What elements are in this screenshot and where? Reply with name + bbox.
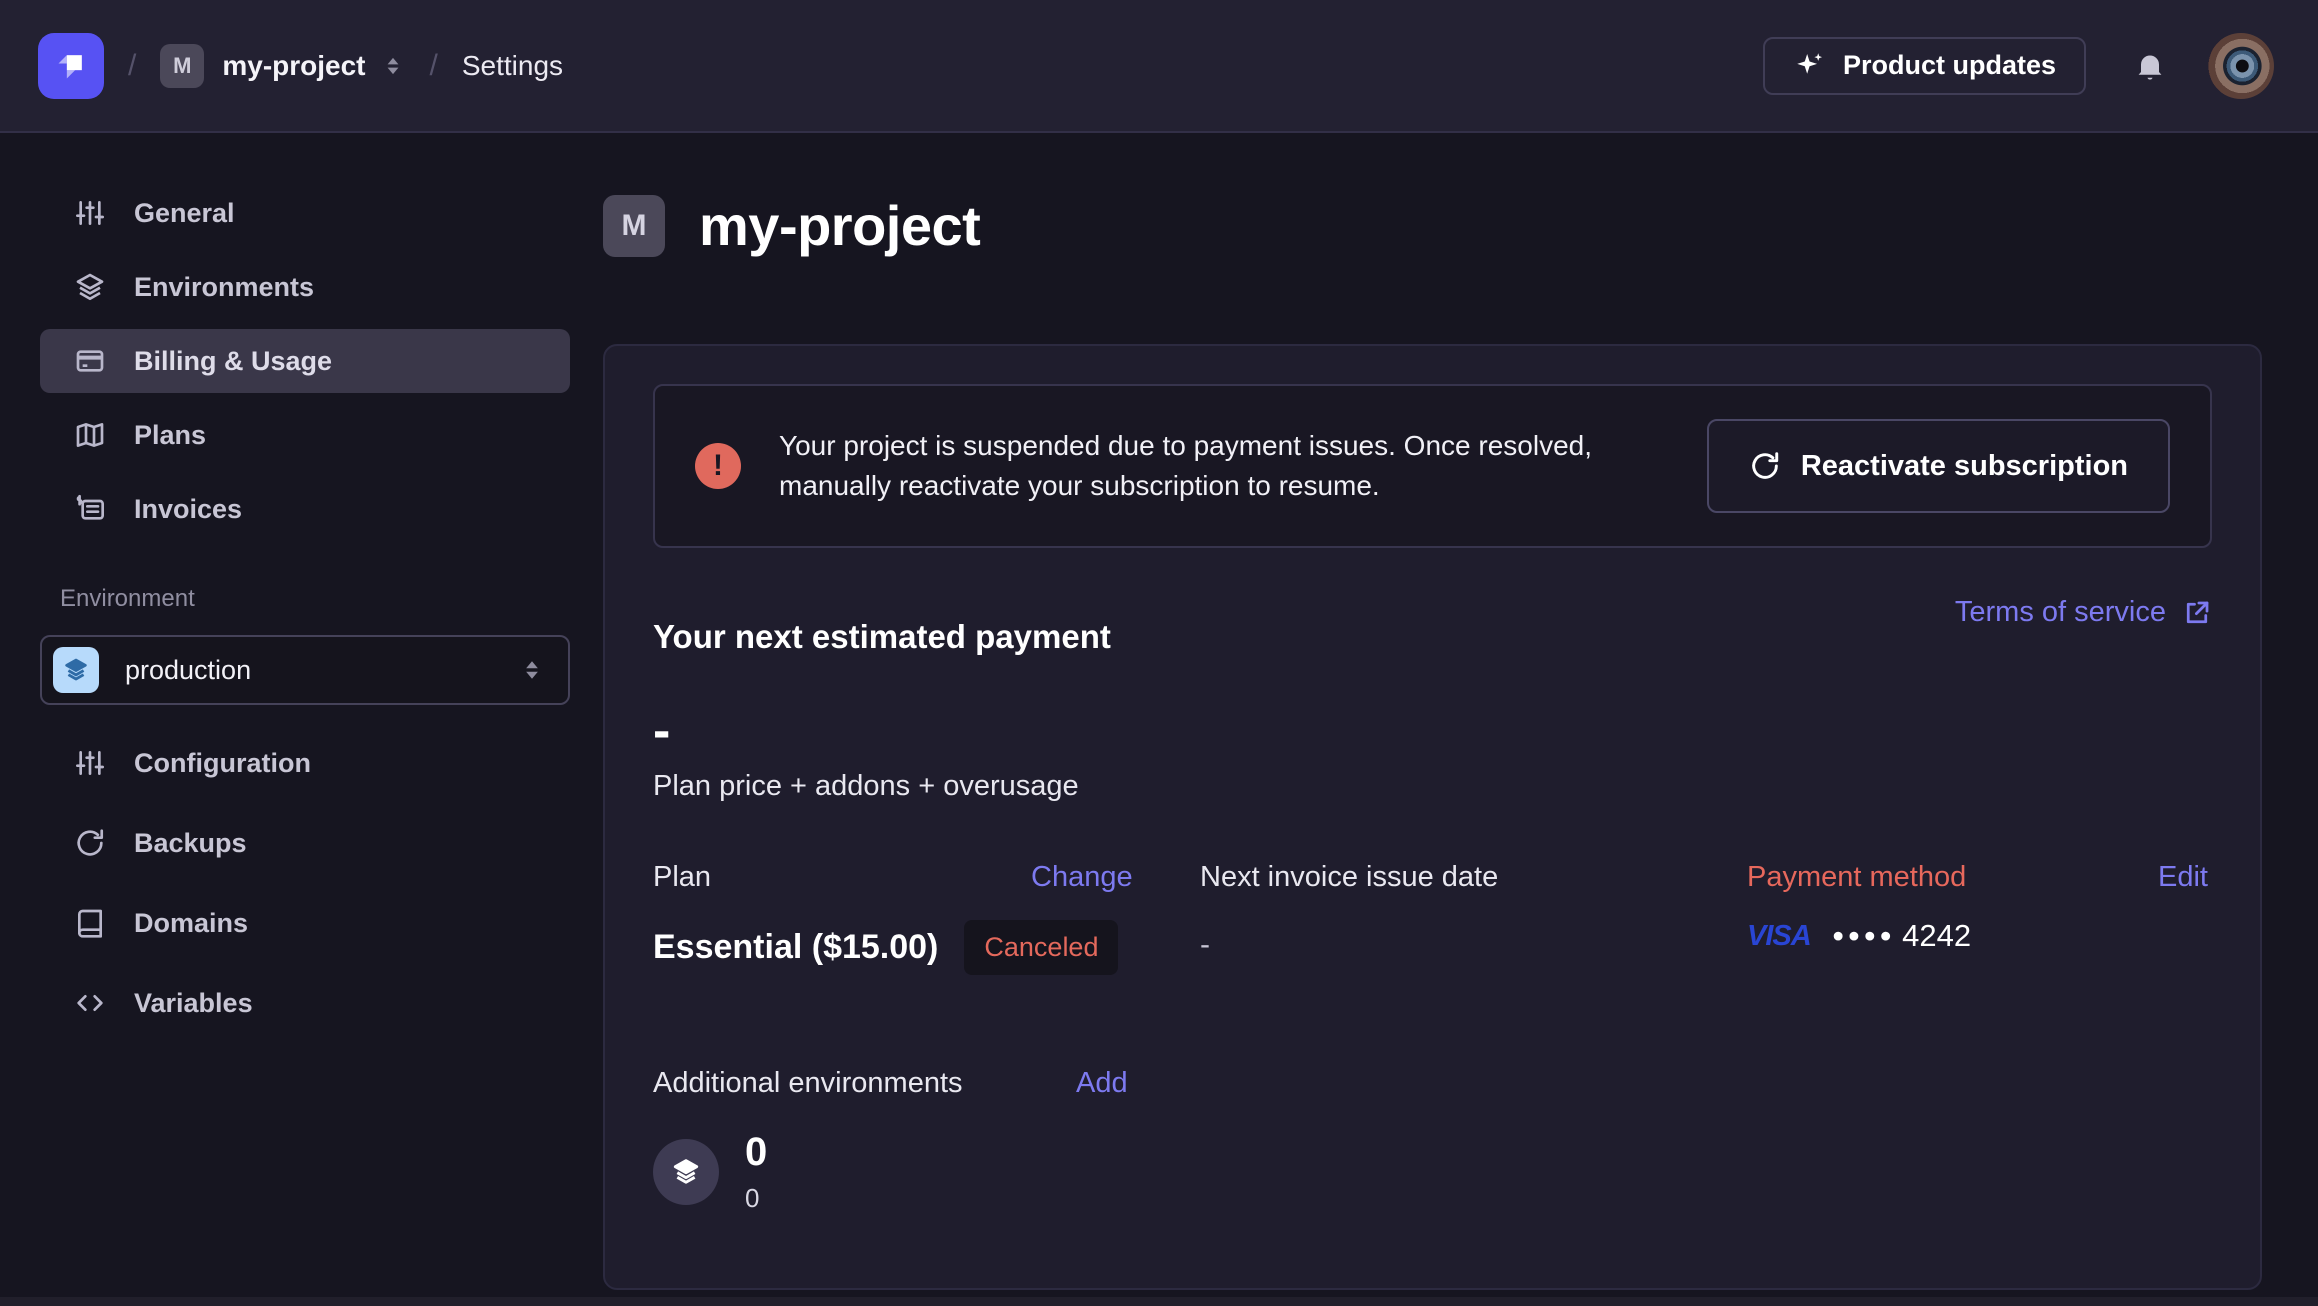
- environments-subcount: 0: [745, 1183, 767, 1214]
- environments-count: 0: [745, 1130, 767, 1175]
- breadcrumb-section: Settings: [462, 50, 563, 82]
- sidebar-item-label: Backups: [134, 828, 247, 859]
- plan-label: Plan: [653, 861, 1031, 894]
- add-environment-link[interactable]: Add: [1076, 1067, 1128, 1100]
- project-avatar: M: [603, 195, 665, 257]
- environments-counts: 0 0: [745, 1130, 767, 1214]
- sidebar-item-plans[interactable]: Plans: [40, 403, 570, 467]
- plan-value: Essential ($15.00): [653, 928, 938, 967]
- credit-card-icon: [74, 345, 106, 377]
- page-body: General Environments Billing & Usage: [0, 133, 2318, 1304]
- payment-section-head: Your next estimated payment Terms of ser…: [653, 596, 2212, 656]
- payment-method-column: Payment method Edit VISA •••• 4242: [1747, 861, 2212, 975]
- additional-environments-head: Additional environments Add: [653, 1067, 2212, 1100]
- main-content: M my-project ! Your project is suspended…: [603, 133, 2318, 1304]
- billing-info-grid: Plan Change Essential ($15.00) Canceled …: [653, 861, 2212, 975]
- strapi-logo-icon: [51, 46, 91, 86]
- sidebar-item-invoices[interactable]: Invoices: [40, 477, 570, 541]
- product-updates-label: Product updates: [1843, 50, 2056, 81]
- estimated-amount-placeholder: -: [653, 718, 2212, 744]
- sidebar-item-general[interactable]: General: [40, 181, 570, 245]
- suspension-message-line1: Your project is suspended due to payment…: [779, 426, 1592, 466]
- sliders-icon: [74, 747, 106, 779]
- canceled-status-badge: Canceled: [964, 920, 1118, 975]
- environment-layers-icon: [53, 647, 99, 693]
- project-initial-chip: M: [160, 44, 204, 88]
- change-plan-link[interactable]: Change: [1031, 861, 1133, 894]
- payment-formula-subtitle: Plan price + addons + overusage: [653, 770, 2212, 803]
- topbar: / M my-project / Settings Product update…: [0, 0, 2318, 133]
- refresh-icon: [1749, 450, 1781, 482]
- visa-logo: VISA: [1747, 920, 1811, 953]
- suspension-message-line2: manually reactivate your subscription to…: [779, 466, 1592, 506]
- terms-of-service-link[interactable]: Terms of service: [1955, 596, 2212, 629]
- sidebar-item-label: Invoices: [134, 494, 242, 525]
- payment-method-label: Payment method: [1747, 861, 1966, 894]
- sidebar-item-variables[interactable]: Variables: [40, 971, 570, 1035]
- layers-icon: [74, 271, 106, 303]
- invoice-icon: [74, 493, 106, 525]
- breadcrumb-separator: /: [128, 49, 136, 83]
- settings-sidebar: General Environments Billing & Usage: [0, 133, 603, 1304]
- additional-environments-label: Additional environments: [653, 1067, 1076, 1100]
- reactivate-label: Reactivate subscription: [1801, 450, 2128, 483]
- breadcrumb-project-name[interactable]: my-project: [222, 50, 365, 82]
- bottom-strip: [0, 1297, 2318, 1306]
- sidebar-item-label: Configuration: [134, 748, 311, 779]
- project-switcher-chevron-icon[interactable]: [380, 53, 406, 79]
- invoice-column: Next invoice issue date -: [1200, 861, 1747, 975]
- terms-label: Terms of service: [1955, 596, 2166, 629]
- payment-method-value: VISA •••• 4242: [1747, 918, 2212, 954]
- refresh-icon: [74, 827, 106, 859]
- suspension-banner: ! Your project is suspended due to payme…: [653, 384, 2212, 548]
- sidebar-item-label: Plans: [134, 420, 206, 451]
- sidebar-item-label: Billing & Usage: [134, 346, 332, 377]
- card-number-dots: ••••: [1833, 918, 1896, 954]
- notifications-bell-icon[interactable]: [2132, 48, 2168, 84]
- billing-card: ! Your project is suspended due to payme…: [603, 344, 2262, 1290]
- warning-exclamation: !: [713, 449, 723, 483]
- user-avatar[interactable]: [2208, 33, 2274, 99]
- sidebar-item-configuration[interactable]: Configuration: [40, 731, 570, 795]
- select-chevron-icon: [518, 656, 546, 684]
- page-title: my-project: [699, 193, 980, 258]
- sidebar-item-billing-usage[interactable]: Billing & Usage: [40, 329, 570, 393]
- code-icon: [74, 987, 106, 1019]
- next-invoice-value: -: [1200, 928, 1747, 962]
- app-logo[interactable]: [38, 33, 104, 99]
- plan-column: Plan Change Essential ($15.00) Canceled: [653, 861, 1200, 975]
- book-icon: [74, 907, 106, 939]
- environment-select[interactable]: production: [40, 635, 570, 705]
- reactivate-subscription-button[interactable]: Reactivate subscription: [1707, 419, 2170, 513]
- warning-icon: !: [695, 443, 741, 489]
- sidebar-item-label: General: [134, 198, 235, 229]
- sidebar-item-label: Environments: [134, 272, 314, 303]
- card-last4: 4242: [1902, 918, 1971, 954]
- environment-select-value: production: [125, 655, 251, 686]
- estimated-payment-title: Your next estimated payment: [653, 618, 1111, 656]
- sidebar-item-domains[interactable]: Domains: [40, 891, 570, 955]
- external-link-icon: [2182, 598, 2212, 628]
- sparkles-icon: [1793, 49, 1827, 83]
- layers-icon: [670, 1156, 702, 1188]
- sidebar-item-backups[interactable]: Backups: [40, 811, 570, 875]
- sidebar-item-environments[interactable]: Environments: [40, 255, 570, 319]
- additional-environments-row: 0 0: [653, 1130, 2212, 1214]
- breadcrumb-separator: /: [430, 49, 438, 83]
- sidebar-item-label: Domains: [134, 908, 248, 939]
- product-updates-button[interactable]: Product updates: [1763, 37, 2086, 95]
- next-invoice-label: Next invoice issue date: [1200, 861, 1498, 894]
- map-icon: [74, 419, 106, 451]
- project-title-row: M my-project: [603, 193, 2262, 258]
- sidebar-item-label: Variables: [134, 988, 253, 1019]
- suspension-message: Your project is suspended due to payment…: [779, 426, 1592, 507]
- sliders-icon: [74, 197, 106, 229]
- environment-section-label: Environment: [60, 585, 570, 613]
- edit-payment-method-link[interactable]: Edit: [2158, 861, 2212, 894]
- environments-count-icon: [653, 1139, 719, 1205]
